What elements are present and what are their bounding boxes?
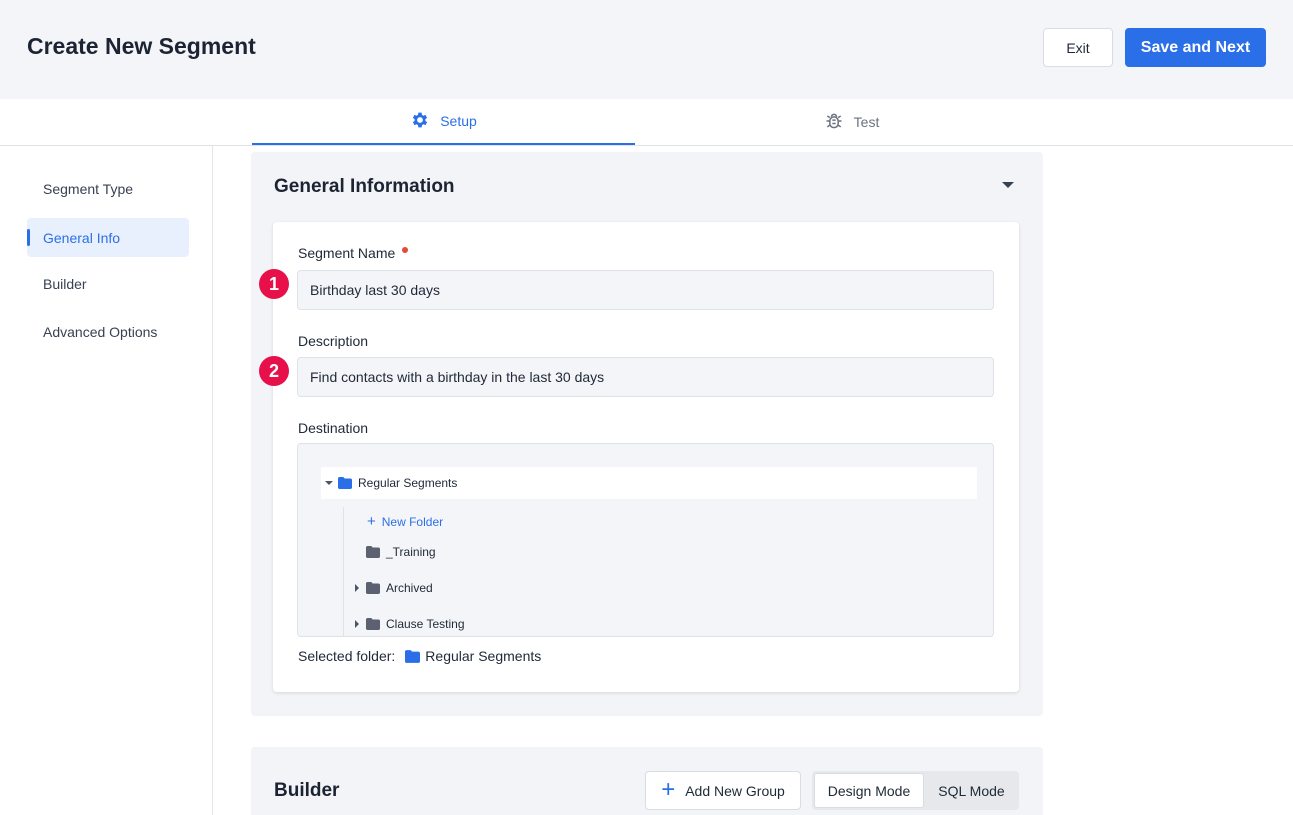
selected-folder-value: Regular Segments: [425, 648, 542, 664]
folder-icon: [366, 582, 380, 594]
new-folder-link[interactable]: + New Folder: [367, 514, 443, 529]
general-information-section: General Information Segment Name 1 Birth…: [251, 152, 1043, 716]
tree-item-training[interactable]: _Training: [366, 545, 436, 559]
tab-setup-label: Setup: [440, 113, 477, 129]
page-title: Create New Segment: [27, 33, 256, 59]
required-indicator: [402, 247, 409, 253]
folder-icon: [405, 649, 421, 663]
tree-guide-line: [343, 507, 344, 636]
exit-button[interactable]: Exit: [1043, 28, 1113, 67]
expand-caret-icon[interactable]: [325, 481, 333, 485]
design-mode-button[interactable]: Design Mode: [814, 773, 924, 808]
step-badge-1: 1: [259, 269, 289, 299]
header-bar: Create New Segment Exit Save and Next: [0, 0, 1293, 99]
sql-mode-button[interactable]: SQL Mode: [926, 773, 1017, 808]
sidebar-item-segment-type[interactable]: Segment Type: [27, 169, 189, 208]
tab-test-label: Test: [853, 114, 880, 130]
expand-caret-icon[interactable]: [355, 584, 359, 592]
save-and-next-button[interactable]: Save and Next: [1125, 28, 1266, 67]
destination-label: Destination: [298, 420, 369, 436]
general-information-card: Segment Name 1 Birthday last 30 days Des…: [259, 222, 1019, 692]
tab-test[interactable]: Test: [635, 99, 1068, 145]
mode-toggle: Design Mode SQL Mode: [812, 771, 1019, 810]
bug-icon: [824, 111, 844, 134]
folder-icon: [366, 546, 380, 558]
step-badge-2: 2: [259, 356, 289, 386]
sidebar-item-builder[interactable]: Builder: [27, 264, 189, 303]
plus-icon: +: [661, 775, 676, 803]
side-nav: Segment Type General Info Builder Advanc…: [0, 146, 213, 815]
tab-setup[interactable]: Setup: [252, 99, 635, 145]
expand-caret-icon[interactable]: [355, 620, 359, 628]
folder-icon: [338, 477, 352, 489]
builder-section: Builder + Add New Group Design Mode SQL …: [251, 747, 1043, 815]
sidebar-item-advanced-options[interactable]: Advanced Options: [27, 312, 189, 351]
section-title: General Information: [274, 176, 455, 197]
plus-icon: +: [367, 513, 376, 530]
gear-icon: [410, 110, 430, 133]
description-input[interactable]: Find contacts with a birthday in the las…: [297, 357, 994, 397]
segment-name-label: Segment Name: [298, 245, 409, 261]
tab-bar: Setup Test: [0, 99, 1293, 146]
sidebar-item-general-info[interactable]: General Info: [27, 218, 189, 257]
tree-item-archived[interactable]: Archived: [355, 581, 433, 595]
selected-folder-label: Selected folder:: [298, 648, 396, 664]
builder-title: Builder: [274, 780, 340, 801]
add-new-group-button[interactable]: + Add New Group: [645, 771, 801, 810]
destination-folder-tree: Regular Segments + New Folder _Training …: [297, 443, 994, 637]
tree-item-regular-segments[interactable]: Regular Segments: [321, 467, 977, 499]
folder-icon: [366, 618, 380, 630]
description-label: Description: [298, 333, 369, 349]
tree-item-clause-testing[interactable]: Clause Testing: [355, 617, 465, 631]
segment-name-input[interactable]: Birthday last 30 days: [297, 270, 994, 310]
collapse-caret-icon[interactable]: [1002, 182, 1014, 188]
selected-folder-indicator: Selected folder: Regular Segments: [298, 648, 541, 664]
